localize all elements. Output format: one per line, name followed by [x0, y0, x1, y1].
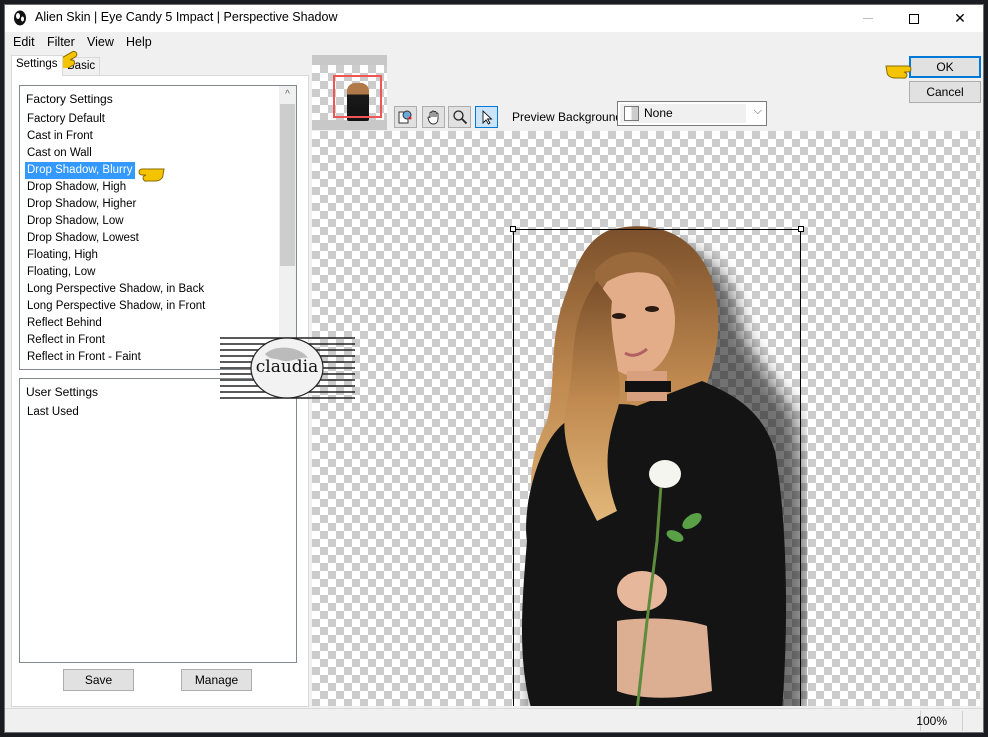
thumbnail-checker [312, 65, 387, 121]
status-separator [962, 711, 963, 731]
factory-settings-items: Factory Default Cast in Front Cast on Wall… [25, 111, 281, 366]
hand-pan-icon [427, 110, 438, 125]
preview-canvas[interactable] [312, 131, 980, 706]
watermark-text: claudia [256, 357, 319, 377]
factory-setting-item[interactable]: Factory Default [25, 111, 108, 128]
user-settings-header: User Settings [26, 385, 99, 399]
factory-list-scrollbar[interactable]: ^ [279, 86, 296, 369]
claudia-watermark-logo: claudia [220, 337, 355, 399]
close-button[interactable]: ✕ [937, 5, 983, 32]
tab-settings[interactable]: Settings [11, 55, 63, 76]
factory-setting-item[interactable]: Reflect in Front [25, 332, 108, 349]
zoom-magnifier-icon [452, 110, 467, 125]
factory-settings-header: Factory Settings [26, 92, 113, 106]
factory-setting-item[interactable]: Drop Shadow, High [25, 179, 129, 196]
close-icon: ✕ [954, 10, 966, 26]
factory-setting-item[interactable]: Floating, Low [25, 264, 98, 281]
preview-background-label: Preview Background: [512, 110, 626, 124]
factory-setting-item[interactable]: Reflect in Front - Faint [25, 349, 144, 366]
status-bar: 100% [5, 708, 983, 732]
hand-tool-button[interactable] [422, 106, 445, 128]
thumbnail-view-frame[interactable] [333, 75, 382, 118]
factory-settings-list[interactable]: Factory Settings Factory Default Cast in … [19, 85, 297, 370]
factory-setting-item[interactable]: Cast on Wall [25, 145, 95, 162]
scroll-thumb[interactable] [280, 104, 295, 266]
menu-view[interactable]: View [87, 35, 114, 49]
factory-setting-item[interactable]: Drop Shadow, Lowest [25, 230, 142, 247]
zoom-level: 100% [916, 714, 947, 728]
cancel-button[interactable]: Cancel [909, 81, 981, 103]
arrow-select-icon [482, 109, 493, 125]
window-title: Alien Skin | Eye Candy 5 Impact | Perspe… [35, 10, 338, 24]
menu-bar: Edit Filter View Help [5, 33, 983, 53]
transparent-swatch-icon [624, 106, 639, 121]
user-settings-list[interactable]: User Settings Last Used [19, 378, 297, 663]
factory-setting-item[interactable]: Drop Shadow, Higher [25, 196, 139, 213]
resize-handle-top-left[interactable] [510, 226, 516, 232]
resize-handle-top-right[interactable] [798, 226, 804, 232]
maximize-button[interactable] [891, 5, 937, 32]
preview-background-value: None [644, 106, 673, 120]
select-tool-button[interactable] [475, 106, 498, 128]
menu-help[interactable]: Help [126, 35, 152, 49]
preview-compare-button[interactable] [394, 106, 417, 128]
preview-compare-icon [398, 110, 411, 124]
zoom-tool-button[interactable] [448, 106, 471, 128]
eye-candy-dialog: Alien Skin | Eye Candy 5 Impact | Perspe… [4, 4, 984, 733]
factory-setting-item[interactable]: Cast in Front [25, 128, 96, 145]
user-setting-item[interactable]: Last Used [25, 404, 82, 421]
factory-setting-item[interactable]: Drop Shadow, Low [25, 213, 127, 230]
user-settings-items: Last Used [25, 404, 281, 421]
preview-background-dropdown[interactable]: None ⌵ [617, 101, 767, 126]
minimize-button[interactable] [845, 5, 891, 32]
title-bar: Alien Skin | Eye Candy 5 Impact | Perspe… [5, 5, 983, 32]
factory-setting-item[interactable]: Long Perspective Shadow, in Back [25, 281, 207, 298]
save-button[interactable]: Save [63, 669, 134, 691]
pointing-hand-icon [885, 65, 912, 79]
minimize-icon [863, 18, 873, 19]
factory-setting-item[interactable]: Floating, High [25, 247, 101, 264]
factory-setting-item[interactable]: Reflect Behind [25, 315, 105, 332]
dropdown-selected: None [620, 104, 746, 123]
chevron-down-icon: ⌵ [753, 105, 762, 117]
factory-setting-item[interactable]: Long Perspective Shadow, in Front [25, 298, 208, 315]
selection-box[interactable] [510, 226, 804, 706]
menu-edit[interactable]: Edit [13, 35, 35, 49]
navigator-thumbnail[interactable] [312, 55, 387, 130]
maximize-icon [909, 13, 919, 24]
manage-button[interactable]: Manage [181, 669, 252, 691]
pointing-hand-icon [138, 168, 165, 182]
factory-setting-item[interactable]: Drop Shadow, Blurry [25, 162, 136, 179]
alien-skin-logo-icon [14, 10, 26, 26]
scroll-up-chevron-icon[interactable]: ^ [279, 86, 296, 103]
